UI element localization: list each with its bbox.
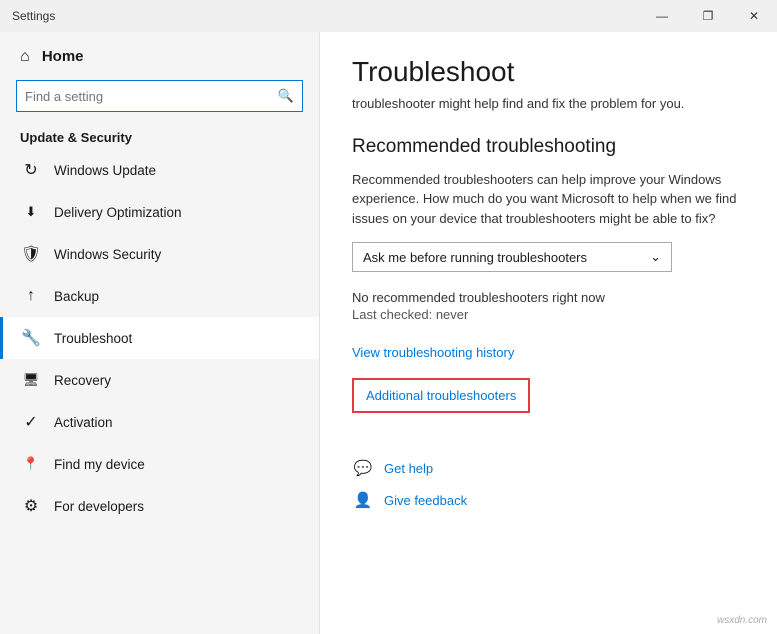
give-feedback-row: 👤 Give feedback: [352, 489, 745, 511]
page-title: Troubleshoot: [352, 56, 745, 88]
dropdown-value: Ask me before running troubleshooters: [363, 250, 587, 265]
sidebar-item-activation[interactable]: ✓ Activation: [0, 401, 319, 443]
intro-text: troubleshooter might help find and fix t…: [352, 94, 745, 114]
delivery-optimization-icon: ⬇: [20, 201, 42, 223]
close-button[interactable]: ✕: [731, 0, 777, 32]
backup-icon: ↑: [20, 285, 42, 307]
give-feedback-link[interactable]: Give feedback: [384, 493, 467, 508]
watermark: wsxdn.com: [717, 615, 767, 626]
additional-troubleshooters-wrapper: Additional troubleshooters: [352, 378, 745, 435]
minimize-button[interactable]: —: [639, 0, 685, 32]
maximize-button[interactable]: ❐: [685, 0, 731, 32]
activation-icon: ✓: [20, 411, 42, 433]
sidebar-item-troubleshoot[interactable]: 🔧 Troubleshoot: [0, 317, 319, 359]
window-controls: — ❐ ✕: [639, 0, 777, 32]
recommended-desc: Recommended troubleshooters can help imp…: [352, 170, 745, 229]
recovery-icon: 🖥: [20, 369, 42, 391]
chevron-down-icon: ⌄: [650, 249, 661, 265]
sidebar-item-delivery-optimization[interactable]: ⬇ Delivery Optimization: [0, 191, 319, 233]
troubleshooter-dropdown[interactable]: Ask me before running troubleshooters ⌄: [352, 242, 672, 272]
additional-troubleshooters-link[interactable]: Additional troubleshooters: [352, 378, 530, 413]
search-icon: 🔍: [278, 88, 294, 104]
settings-window: Settings — ❐ ✕ ⌂ Home 🔍 Update & Securit…: [0, 0, 777, 634]
last-checked-text: Last checked: never: [352, 307, 745, 322]
sidebar-item-windows-security[interactable]: 🛡 Windows Security: [0, 233, 319, 275]
no-troubleshooters-text: No recommended troubleshooters right now: [352, 290, 745, 305]
get-help-row: 💬 Get help: [352, 457, 745, 479]
sidebar-item-for-developers[interactable]: ⚙ For developers: [0, 485, 319, 527]
troubleshoot-icon: 🔧: [20, 327, 42, 349]
content-area: ⌂ Home 🔍 Update & Security ↻ Windows Upd…: [0, 32, 777, 634]
windows-security-icon: 🛡: [20, 243, 42, 265]
search-box[interactable]: 🔍: [16, 80, 303, 112]
sidebar-item-find-my-device[interactable]: 📍 Find my device: [0, 443, 319, 485]
find-my-device-icon: 📍: [20, 453, 42, 475]
recommended-heading: Recommended troubleshooting: [352, 136, 745, 158]
search-input[interactable]: [25, 89, 278, 104]
sidebar-item-recovery[interactable]: 🖥 Recovery: [0, 359, 319, 401]
sidebar: ⌂ Home 🔍 Update & Security ↻ Windows Upd…: [0, 32, 320, 634]
sidebar-section-label: Update & Security: [0, 122, 319, 149]
sidebar-item-windows-update[interactable]: ↻ Windows Update: [0, 149, 319, 191]
sidebar-item-backup[interactable]: ↑ Backup: [0, 275, 319, 317]
get-help-link[interactable]: Get help: [384, 461, 433, 476]
for-developers-icon: ⚙: [20, 495, 42, 517]
sidebar-home-label[interactable]: ⌂ Home: [0, 32, 319, 74]
main-content: Troubleshoot troubleshooter might help f…: [320, 32, 777, 634]
give-feedback-icon: 👤: [352, 489, 374, 511]
window-title: Settings: [12, 9, 55, 23]
titlebar: Settings — ❐ ✕: [0, 0, 777, 32]
view-history-link[interactable]: View troubleshooting history: [352, 345, 514, 360]
windows-update-icon: ↻: [20, 159, 42, 181]
get-help-icon: 💬: [352, 457, 374, 479]
